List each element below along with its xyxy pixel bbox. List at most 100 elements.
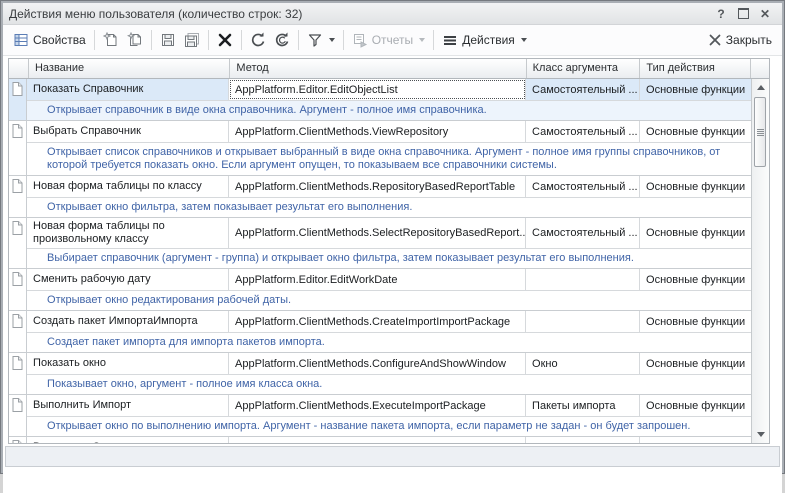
filter-button[interactable] [303, 29, 339, 51]
save-all-icon [184, 32, 200, 48]
actions-label: Действия [462, 33, 515, 47]
cell-arg-class[interactable]: Самостоятельный ... [526, 79, 640, 100]
cell-method[interactable]: AppPlatform.ClientMethods.ExecuteImportP… [229, 395, 526, 416]
row-description: Выбирает справочник (аргумент - группа) … [27, 249, 751, 268]
cell-arg-class[interactable] [526, 269, 640, 290]
refresh-icon [250, 32, 266, 48]
maximize-button[interactable] [732, 6, 754, 22]
column-header-action-type[interactable]: Тип действия [640, 59, 751, 78]
table-row[interactable]: Новая форма таблицы по классу AppPlatfor… [9, 176, 751, 218]
cell-name[interactable]: Сменить рабочую дату [27, 269, 229, 290]
column-header-name[interactable]: Название [29, 59, 230, 78]
cell-action-type[interactable]: Основные функции [640, 218, 751, 248]
column-header-method[interactable]: Метод [230, 59, 526, 78]
table-row[interactable]: Показать Справочник AppPlatform.Editor.E… [9, 79, 751, 121]
cell-arg-class[interactable]: Окно [526, 353, 640, 374]
cell-method[interactable]: AppPlatform.ClientMethods.ExecuteExportP… [229, 437, 526, 443]
cell-method[interactable]: AppPlatform.ClientMethods.CreateImportIm… [229, 311, 526, 332]
window-title: Действия меню пользователя (количество с… [9, 7, 710, 21]
table-row[interactable]: Выполнить Импорт AppPlatform.ClientMetho… [9, 395, 751, 437]
cell-arg-class[interactable] [526, 311, 640, 332]
row-data[interactable]: Выполнить Экспорт AppPlatform.ClientMeth… [27, 437, 751, 443]
toolbar-separator [433, 30, 434, 50]
close-window-button[interactable]: ✕ [754, 6, 776, 22]
delete-button[interactable] [213, 29, 237, 51]
delete-icon [217, 32, 233, 48]
cell-name[interactable]: Выполнить Импорт [27, 395, 229, 416]
refresh-button[interactable] [246, 29, 270, 51]
row-data[interactable]: Выполнить Импорт AppPlatform.ClientMetho… [27, 395, 751, 417]
actions-menu-button[interactable]: Действия [438, 30, 531, 50]
cell-name[interactable]: Новая форма таблицы по классу [27, 176, 229, 197]
cell-name[interactable]: Показать окно [27, 353, 229, 374]
table-row[interactable]: Выбрать Справочник AppPlatform.ClientMet… [9, 121, 751, 176]
properties-button[interactable]: Свойства [9, 29, 90, 51]
properties-icon [13, 32, 29, 48]
cell-method[interactable]: AppPlatform.Editor.EditObjectList [229, 79, 526, 100]
cell-action-type[interactable]: Основные функции [640, 79, 751, 100]
cell-arg-class[interactable]: Пакеты импорта [526, 437, 640, 443]
cell-arg-class[interactable]: Самостоятельный ... [526, 218, 640, 248]
save-all-button[interactable] [180, 29, 204, 51]
new-item-button[interactable] [99, 29, 123, 51]
save-button[interactable] [156, 29, 180, 51]
cell-arg-class[interactable]: Самостоятельный ... [526, 176, 640, 197]
cell-action-type[interactable]: Основные функции [640, 121, 751, 142]
row-icon-cell [9, 269, 27, 310]
filter-dropdown-arrow[interactable] [329, 38, 335, 42]
help-button[interactable]: ? [710, 6, 732, 22]
row-description: Показывает окно, аргумент - полное имя к… [27, 375, 751, 394]
cell-method[interactable]: AppPlatform.ClientMethods.SelectReposito… [229, 218, 526, 248]
vertical-scrollbar[interactable] [751, 79, 769, 443]
row-icon-cell [9, 218, 27, 268]
cell-action-type[interactable]: Основные функции [640, 311, 751, 332]
scrollbar-thumb[interactable] [754, 97, 766, 167]
table-body: Показать Справочник AppPlatform.Editor.E… [9, 79, 751, 443]
reports-icon [352, 32, 368, 48]
cell-name[interactable]: Новая форма таблицы по произвольному кла… [27, 218, 229, 248]
cell-action-type[interactable]: Основные функции [640, 437, 751, 443]
cell-method[interactable]: AppPlatform.Editor.EditWorkDate [229, 269, 526, 290]
column-header-icon[interactable] [9, 59, 29, 78]
cell-action-type[interactable]: Основные функции [640, 395, 751, 416]
document-icon [12, 356, 23, 370]
row-data[interactable]: Новая форма таблицы по произвольному кла… [27, 218, 751, 249]
cell-name[interactable]: Показать Справочник [27, 79, 229, 100]
cell-arg-class[interactable]: Пакеты импорта [526, 395, 640, 416]
cell-method[interactable]: AppPlatform.ClientMethods.ViewRepository [229, 121, 526, 142]
row-description: Открывает справочник в виде окна справоч… [27, 101, 751, 120]
scroll-down-button[interactable] [752, 426, 769, 443]
table-row[interactable]: Сменить рабочую дату AppPlatform.Editor.… [9, 269, 751, 311]
cell-method[interactable]: AppPlatform.ClientMethods.RepositoryBase… [229, 176, 526, 197]
row-description: Создает пакет импорта для импорта пакето… [27, 333, 751, 352]
row-main: Сменить рабочую дату AppPlatform.Editor.… [27, 269, 751, 310]
reports-button[interactable]: Отчеты [348, 29, 429, 51]
column-header-arg-class[interactable]: Класс аргумента [527, 59, 641, 78]
table-row[interactable]: Новая форма таблицы по произвольному кла… [9, 218, 751, 269]
thumb-grip [757, 131, 764, 132]
copy-item-button[interactable] [123, 29, 147, 51]
table-row[interactable]: Показать окно AppPlatform.ClientMethods.… [9, 353, 751, 395]
row-data[interactable]: Создать пакет ИмпортаИмпорта AppPlatform… [27, 311, 751, 333]
cell-action-type[interactable]: Основные функции [640, 176, 751, 197]
row-data[interactable]: Показать окно AppPlatform.ClientMethods.… [27, 353, 751, 375]
cell-arg-class[interactable]: Самостоятельный ... [526, 121, 640, 142]
table-row[interactable]: Создать пакет ИмпортаИмпорта AppPlatform… [9, 311, 751, 353]
cell-name[interactable]: Создать пакет ИмпортаИмпорта [27, 311, 229, 332]
cell-method[interactable]: AppPlatform.ClientMethods.ConfigureAndSh… [229, 353, 526, 374]
data-grid: Название Метод Класс аргумента Тип дейст… [8, 58, 770, 444]
toolbar-separator [94, 30, 95, 50]
row-data[interactable]: Новая форма таблицы по классу AppPlatfor… [27, 176, 751, 198]
row-data[interactable]: Показать Справочник AppPlatform.Editor.E… [27, 79, 751, 101]
cell-action-type[interactable]: Основные функции [640, 353, 751, 374]
table-row[interactable]: Выполнить Экспорт AppPlatform.ClientMeth… [9, 437, 751, 443]
row-data[interactable]: Сменить рабочую дату AppPlatform.Editor.… [27, 269, 751, 291]
refresh-all-button[interactable] [270, 29, 294, 51]
close-button[interactable]: Закрыть [704, 30, 776, 50]
scroll-up-button[interactable] [752, 79, 769, 96]
cell-name[interactable]: Выбрать Справочник [27, 121, 229, 142]
row-data[interactable]: Выбрать Справочник AppPlatform.ClientMet… [27, 121, 751, 143]
close-label: Закрыть [726, 33, 772, 47]
cell-action-type[interactable]: Основные функции [640, 269, 751, 290]
cell-name[interactable]: Выполнить Экспорт [27, 437, 229, 443]
